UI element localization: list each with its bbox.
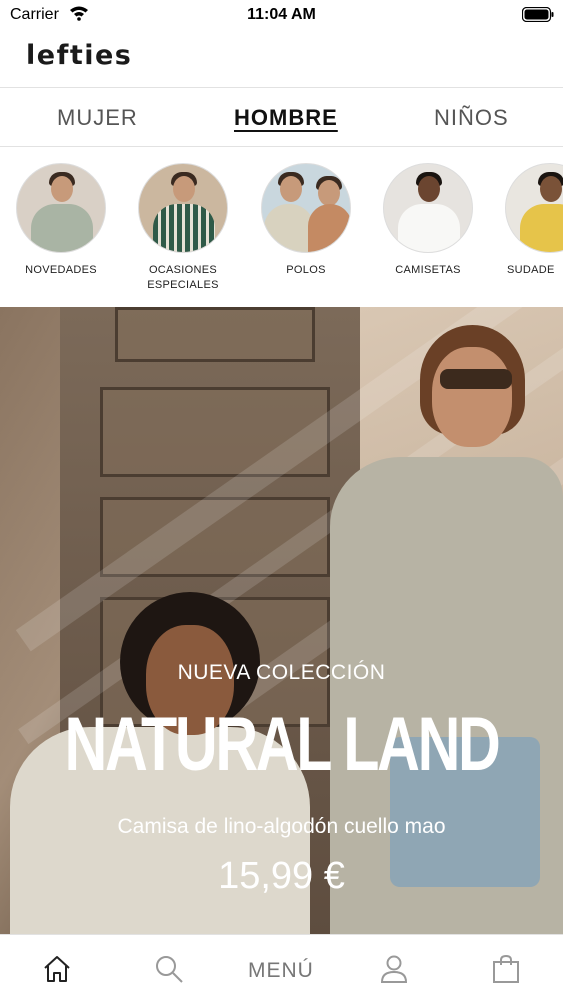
- hero-price: 15,99 €: [218, 855, 345, 897]
- category-image: [16, 163, 106, 253]
- category-label: OCASIONES ESPECIALES: [147, 264, 219, 291]
- status-bar: Carrier 11:04 AM: [0, 0, 563, 30]
- category-item-ocasiones-especiales[interactable]: OCASIONES ESPECIALES: [128, 163, 238, 293]
- category-carousel[interactable]: NOVEDADES OCASIONES ESPECIALES POLOS CAM…: [0, 163, 563, 303]
- category-image: [138, 163, 228, 253]
- brand-logo[interactable]: lefties: [26, 40, 132, 71]
- category-item-camisetas[interactable]: CAMISETAS: [373, 163, 483, 278]
- category-image: [383, 163, 473, 253]
- category-image: [505, 163, 563, 253]
- search-icon[interactable]: [153, 953, 185, 985]
- category-label: NOVEDADES: [25, 264, 97, 276]
- category-label: SUDADE: [507, 264, 555, 276]
- hero-banner[interactable]: NUEVA COLECCIÓN NATURAL LAND Camisa de l…: [0, 307, 563, 934]
- battery-icon: [522, 7, 554, 22]
- hero-title: NATURAL LAND: [64, 702, 500, 787]
- category-item-sudaderas[interactable]: SUDADE: [495, 163, 563, 278]
- category-item-polos[interactable]: POLOS: [251, 163, 361, 278]
- clock: 11:04 AM: [247, 6, 316, 23]
- tab-ninos[interactable]: NIÑOS: [434, 105, 509, 131]
- tab-hombre[interactable]: HOMBRE: [234, 105, 338, 131]
- bottom-nav: MENÚ: [0, 934, 563, 1000]
- user-icon[interactable]: [378, 953, 410, 985]
- gender-tabs: MUJER HOMBRE NIÑOS: [0, 87, 563, 147]
- category-label: POLOS: [286, 264, 326, 276]
- home-icon[interactable]: [41, 953, 73, 985]
- tab-mujer[interactable]: MUJER: [57, 105, 138, 131]
- menu-button[interactable]: MENÚ: [248, 959, 314, 983]
- hero-overline: NUEVA COLECCIÓN: [177, 661, 386, 684]
- hero-subtitle: Camisa de lino-algodón cuello mao: [117, 815, 446, 838]
- shopping-bag-icon[interactable]: [490, 953, 522, 985]
- category-item-novedades[interactable]: NOVEDADES: [6, 163, 116, 278]
- category-image: [261, 163, 351, 253]
- category-label: CAMISETAS: [395, 264, 461, 276]
